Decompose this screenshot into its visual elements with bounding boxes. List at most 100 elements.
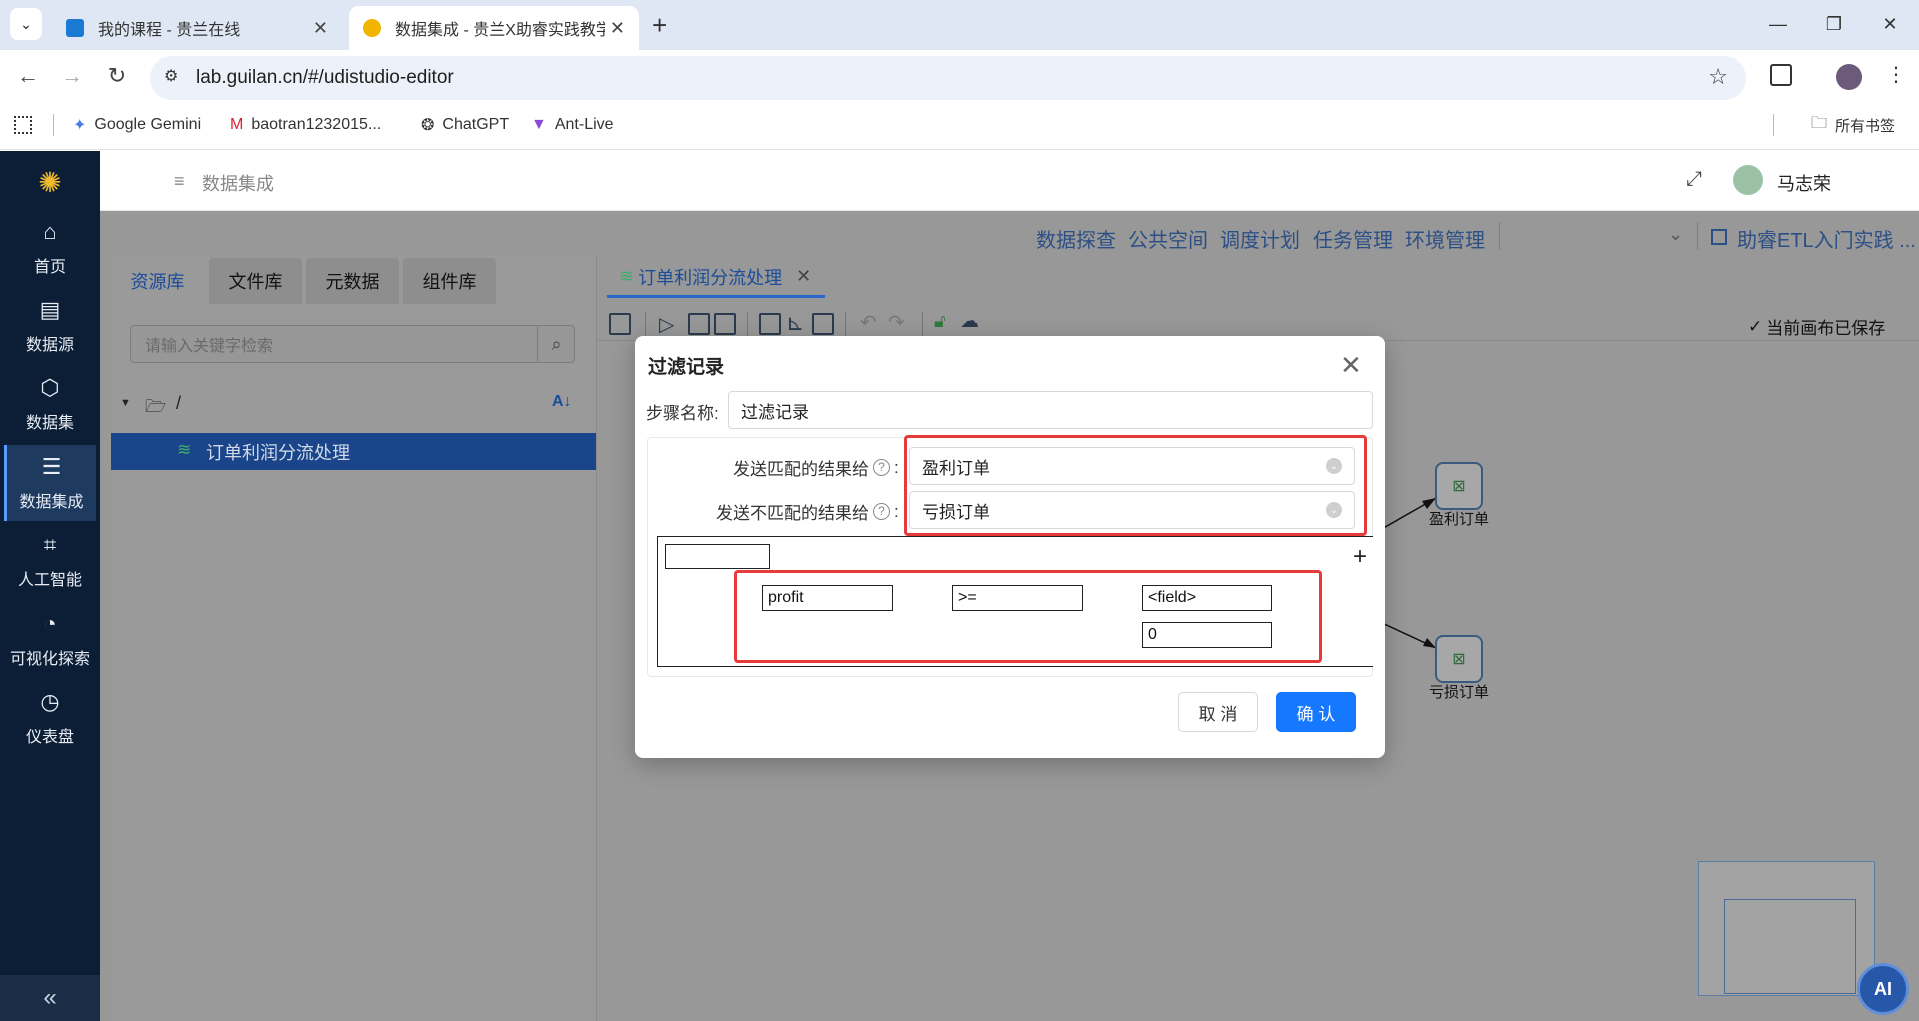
- sidebar-item-datasource[interactable]: ▤ 数据源: [0, 287, 100, 365]
- grid-icon[interactable]: [812, 313, 834, 335]
- link-data-explore[interactable]: 数据探查: [1036, 224, 1116, 253]
- bookmark-gmail[interactable]: Mbaotran1232015...: [230, 112, 381, 138]
- lock-icon[interactable]: 🔓︎: [934, 311, 946, 332]
- chevron-down-icon[interactable]: ⌄: [1668, 224, 1683, 245]
- sidebar-item-ai[interactable]: ⌗ 人工智能: [0, 522, 100, 600]
- layout-icon[interactable]: [759, 313, 781, 335]
- profile-avatar[interactable]: [1836, 64, 1862, 90]
- cancel-button[interactable]: 取 消: [1178, 692, 1258, 732]
- help-icon[interactable]: ?: [873, 503, 890, 520]
- sort-az-icon[interactable]: A↓: [552, 393, 572, 411]
- close-icon[interactable]: ✕: [610, 18, 625, 39]
- collapse-sidebar-button[interactable]: «: [0, 975, 100, 1021]
- close-icon[interactable]: ✕: [313, 18, 328, 39]
- undo-icon[interactable]: ↶: [860, 310, 877, 335]
- window-close-icon[interactable]: ✕: [1862, 0, 1918, 48]
- chatgpt-icon: ❂: [421, 117, 435, 134]
- canvas-minimap[interactable]: [1698, 861, 1875, 996]
- link-public-space[interactable]: 公共空间: [1128, 224, 1208, 253]
- run-icon[interactable]: ▷: [659, 312, 674, 337]
- all-bookmarks-folder[interactable]: 🗀 所有书签: [1811, 112, 1895, 138]
- tree-root[interactable]: /: [176, 393, 181, 414]
- bookmark-gemini[interactable]: ✦ Google Gemini: [73, 112, 201, 138]
- minimap-viewport[interactable]: [1724, 899, 1856, 994]
- excel-icon: ⊠: [1452, 651, 1466, 668]
- link-schedule[interactable]: 调度计划: [1220, 224, 1300, 253]
- bookmark-label: ChatGPT: [442, 116, 510, 133]
- caret-down-icon[interactable]: ▼: [120, 397, 131, 409]
- new-tab-button[interactable]: +: [652, 10, 667, 41]
- gemini-icon: ✦: [73, 117, 87, 134]
- sidebar-item-label: 数据集: [25, 415, 74, 432]
- sidebar-item-home[interactable]: ⌂ 首页: [0, 209, 100, 287]
- site-info-icon[interactable]: ⚙: [164, 66, 178, 86]
- apps-grid-icon[interactable]: [14, 116, 32, 134]
- browser-menu-icon[interactable]: ⋮: [1886, 62, 1906, 87]
- save-icon[interactable]: [609, 313, 631, 335]
- help-icon[interactable]: ?: [873, 459, 890, 476]
- tree-item-label: 订单利润分流处理: [206, 442, 350, 463]
- sidebar-item-dashboard[interactable]: ◷ 仪表盘: [0, 679, 100, 757]
- ai-assistant-button[interactable]: AI: [1857, 963, 1909, 1015]
- stop-icon[interactable]: [688, 313, 710, 335]
- redo-icon[interactable]: ↷: [888, 310, 905, 335]
- editor-tab-label: 订单利润分流处理: [638, 267, 783, 288]
- sidebar-item-integration[interactable]: ☰ 数据集成: [4, 445, 96, 521]
- extensions-icon[interactable]: [1770, 64, 1792, 86]
- tab-search-button[interactable]: ⌄: [10, 8, 42, 40]
- divider: [1499, 222, 1500, 250]
- tab-files[interactable]: 文件库: [209, 258, 302, 304]
- user-avatar[interactable]: [1733, 165, 1763, 195]
- chart-icon[interactable]: ⊾: [786, 310, 804, 336]
- forward-icon[interactable]: →: [56, 60, 88, 92]
- sidebar-item-visual[interactable]: ◔ 可视化探索: [0, 601, 100, 679]
- reload-icon[interactable]: ↻: [101, 60, 133, 92]
- close-icon[interactable]: ✕: [796, 266, 811, 287]
- cloud-upload-icon[interactable]: ☁: [960, 310, 979, 333]
- restore-icon[interactable]: ❐: [1806, 0, 1862, 48]
- tab-components[interactable]: 组件库: [403, 258, 496, 304]
- node-label: 盈利订单: [1429, 511, 1490, 528]
- search-input[interactable]: 请输入关键字检索: [130, 325, 575, 363]
- back-icon[interactable]: ←: [12, 60, 44, 92]
- link-env-manage[interactable]: 环境管理: [1405, 224, 1485, 253]
- minimize-icon[interactable]: —: [1750, 0, 1806, 48]
- address-bar[interactable]: ⚙ lab.guilan.cn/#/udistudio-editor ☆: [150, 56, 1746, 100]
- divider: [53, 114, 54, 136]
- menu-list-icon[interactable]: ≡: [174, 171, 185, 192]
- bookmark-star-icon[interactable]: ☆: [1708, 64, 1728, 90]
- url-text: lab.guilan.cn/#/udistudio-editor: [196, 67, 454, 88]
- sidebar-item-label: 数据源: [25, 337, 74, 354]
- divider: [645, 312, 646, 336]
- add-condition-button[interactable]: +: [1353, 543, 1367, 571]
- browser-tab-integration[interactable]: 数据集成 - 贵兰X助睿实践教学 ✕: [349, 6, 639, 50]
- bookmark-antlive[interactable]: ▼ Ant-Live: [531, 112, 614, 138]
- browser-tab-courses[interactable]: 我的课程 - 贵兰在线 ✕: [52, 6, 342, 50]
- condition-group-input[interactable]: [665, 544, 770, 569]
- confirm-button[interactable]: 确 认: [1276, 692, 1356, 732]
- cube-icon: ⬡: [40, 375, 60, 400]
- sidebar-item-dataset[interactable]: ⬡ 数据集: [0, 365, 100, 443]
- user-name[interactable]: 马志荣: [1777, 170, 1831, 196]
- tree-item-selected[interactable]: ≋ 订单利润分流处理: [111, 433, 596, 470]
- close-icon[interactable]: ✕: [1340, 350, 1362, 381]
- sidebar-item-label: 可视化探索: [9, 651, 90, 668]
- tab-resource[interactable]: 资源库: [111, 258, 204, 304]
- nomatch-target-label: 发送不匹配的结果给 ?:: [716, 499, 899, 524]
- bookmark-chatgpt[interactable]: ❂ ChatGPT: [421, 112, 509, 138]
- node-loss-order[interactable]: ⊠: [1435, 635, 1483, 683]
- editor-tab[interactable]: ≋ 订单利润分流处理 ✕: [607, 258, 826, 298]
- project-name[interactable]: 助睿ETL入门实践 ...: [1737, 224, 1916, 253]
- link-task-manage[interactable]: 任务管理: [1313, 224, 1393, 253]
- nomatch-target-text: 发送不匹配的结果给: [716, 504, 869, 523]
- app-logo-icon[interactable]: ✺: [34, 166, 66, 198]
- step-name-input[interactable]: 过滤记录: [728, 391, 1373, 429]
- node-profit-order[interactable]: ⊠: [1435, 462, 1483, 510]
- preview-icon[interactable]: [714, 313, 736, 335]
- tab-metadata[interactable]: 元数据: [306, 258, 399, 304]
- fullscreen-icon[interactable]: ⤢: [1686, 168, 1702, 191]
- divider: [1697, 222, 1698, 250]
- home-icon: ⌂: [43, 219, 57, 244]
- search-icon[interactable]: ⌕: [537, 326, 575, 362]
- sidebar-item-label: 仪表盘: [25, 729, 74, 746]
